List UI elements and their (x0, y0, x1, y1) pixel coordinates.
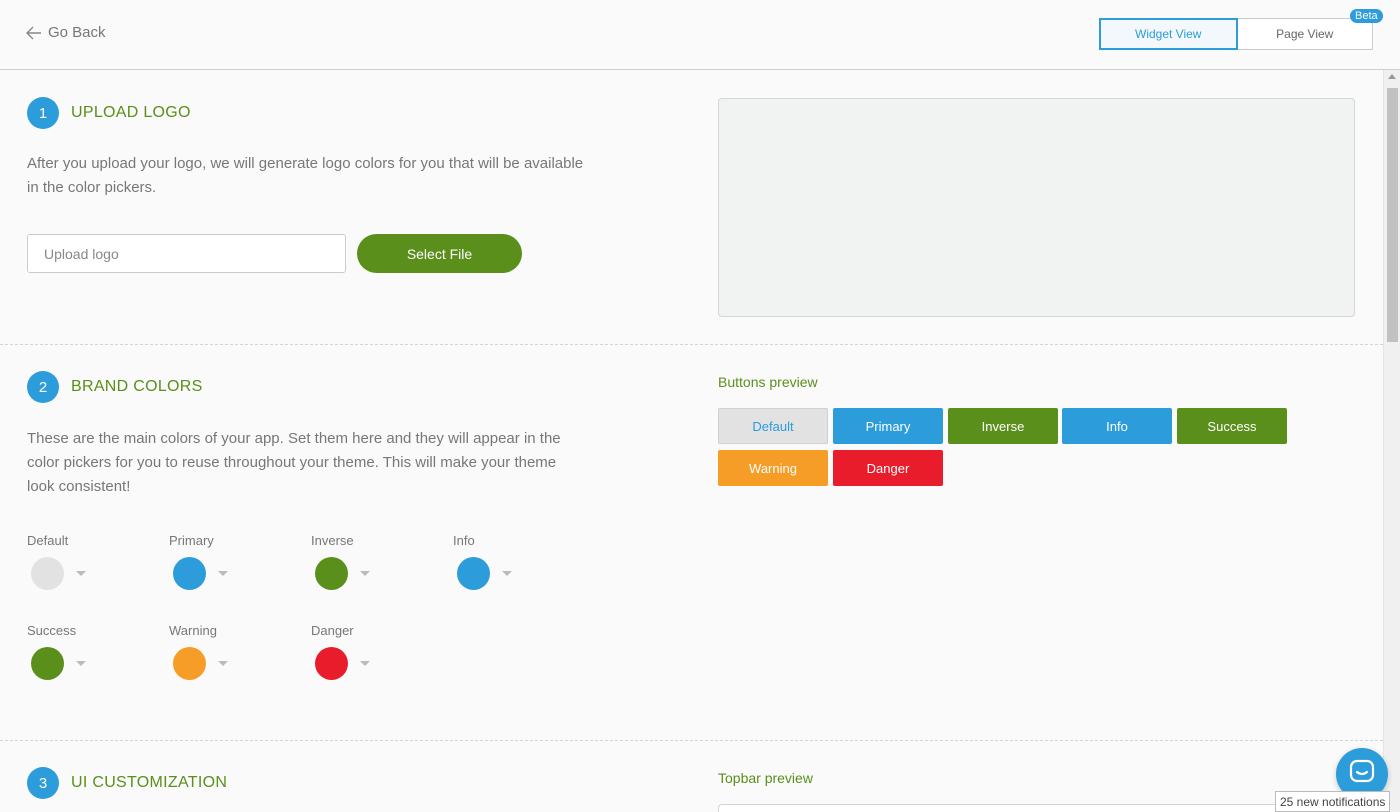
section-title: UI CUSTOMIZATION (71, 774, 228, 791)
chevron-down-icon[interactable] (76, 571, 86, 576)
color-swatch[interactable] (31, 647, 64, 680)
scrollbar[interactable] (1383, 70, 1400, 812)
select-file-button[interactable]: Select File (357, 234, 522, 273)
go-back-label: Go Back (48, 24, 106, 41)
color-picker-inverse: Inverse (311, 533, 401, 590)
preview-success-button[interactable]: Success (1177, 408, 1287, 444)
chevron-down-icon[interactable] (360, 571, 370, 576)
color-label: Inverse (311, 533, 354, 548)
color-picker-trigger[interactable] (173, 557, 228, 590)
step-number: 2 (27, 371, 59, 403)
color-picker-danger: Danger (311, 623, 401, 680)
arrow-left-icon (26, 26, 42, 40)
topbar-preview-area (718, 804, 1358, 812)
preview-danger-button[interactable]: Danger (833, 450, 943, 486)
chevron-down-icon[interactable] (360, 661, 370, 666)
color-picker-trigger[interactable] (31, 557, 86, 590)
color-picker-trigger[interactable] (173, 647, 228, 680)
page-view-tab[interactable]: Page View (1237, 18, 1373, 50)
top-bar: Go Back Widget View Page View Beta (0, 0, 1400, 70)
preview-inverse-button[interactable]: Inverse (948, 408, 1058, 444)
beta-badge: Beta (1350, 9, 1383, 23)
preview-warning-button[interactable]: Warning (718, 450, 828, 486)
buttons-preview-title: Buttons preview (718, 374, 818, 390)
chevron-down-icon[interactable] (502, 571, 512, 576)
color-swatch[interactable] (31, 557, 64, 590)
color-picker-success: Success (27, 623, 117, 680)
color-label: Danger (311, 623, 354, 638)
color-picker-trigger[interactable] (31, 647, 86, 680)
chevron-down-icon[interactable] (218, 661, 228, 666)
description-line: in the color pickers. (27, 179, 157, 196)
color-label: Info (453, 533, 475, 548)
step-number: 3 (27, 767, 59, 799)
description-line: These are the main colors of your app. S… (27, 430, 561, 447)
color-picker-trigger[interactable] (315, 647, 370, 680)
step-upload-logo: 1 UPLOAD LOGO (27, 97, 191, 129)
section-divider (0, 740, 1383, 741)
step-number: 1 (27, 97, 59, 129)
scrollbar-thumb[interactable] (1387, 88, 1398, 342)
color-picker-trigger[interactable] (315, 557, 370, 590)
color-label: Primary (169, 533, 214, 548)
scroll-up-arrow-icon[interactable] (1388, 74, 1396, 79)
chevron-down-icon[interactable] (76, 661, 86, 666)
logo-preview-area (718, 98, 1355, 317)
chat-icon (1349, 759, 1375, 790)
section-title: UPLOAD LOGO (71, 104, 191, 121)
color-picker-primary: Primary (169, 533, 259, 590)
description-line: look consistent! (27, 478, 131, 495)
step-ui-customization: 3 UI CUSTOMIZATION (27, 767, 227, 799)
color-swatch[interactable] (173, 647, 206, 680)
color-swatch[interactable] (173, 557, 206, 590)
color-label: Default (27, 533, 69, 548)
description-line: After you upload your logo, we will gene… (27, 155, 584, 172)
chevron-down-icon[interactable] (218, 571, 228, 576)
color-swatch[interactable] (315, 647, 348, 680)
color-label: Warning (169, 623, 217, 638)
preview-info-button[interactable]: Info (1062, 408, 1172, 444)
color-picker-default: Default (27, 533, 117, 590)
color-swatch[interactable] (457, 557, 490, 590)
upload-logo-input[interactable] (27, 234, 346, 273)
section-title: BRAND COLORS (71, 378, 203, 395)
color-picker-info: Info (453, 533, 543, 590)
notifications-tooltip: 25 new notifications (1275, 791, 1391, 812)
upload-logo-description: After you upload your logo, we will gene… (27, 152, 583, 200)
description-line: color pickers for you to reuse throughou… (27, 454, 557, 471)
color-picker-warning: Warning (169, 623, 259, 680)
brand-colors-description: These are the main colors of your app. S… (27, 427, 561, 499)
widget-view-tab[interactable]: Widget View (1099, 18, 1238, 50)
color-picker-trigger[interactable] (457, 557, 512, 590)
section-divider (0, 344, 1383, 345)
preview-primary-button[interactable]: Primary (833, 408, 943, 444)
color-label: Success (27, 623, 77, 638)
view-toggle: Widget View Page View (1099, 18, 1373, 50)
topbar-preview-title: Topbar preview (718, 770, 813, 786)
go-back-link[interactable]: Go Back (26, 24, 106, 41)
step-brand-colors: 2 BRAND COLORS (27, 371, 203, 403)
color-swatch[interactable] (315, 557, 348, 590)
preview-default-button[interactable]: Default (718, 408, 828, 444)
